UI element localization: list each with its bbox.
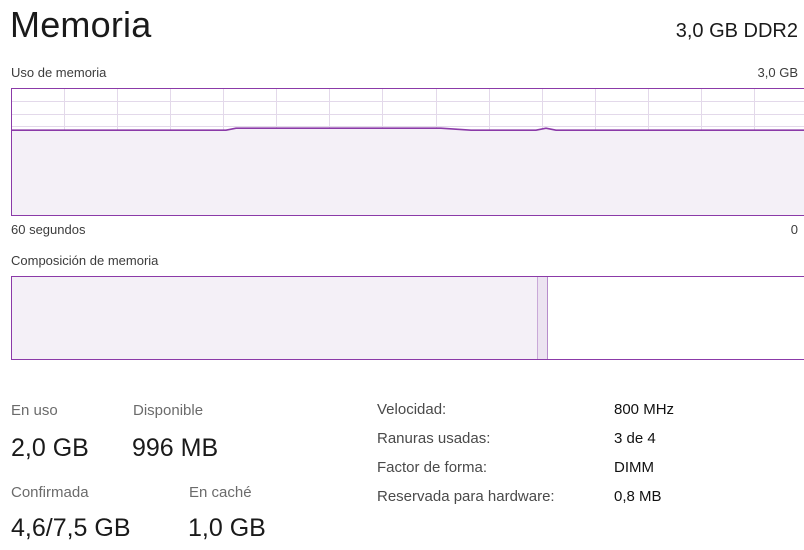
speed-value: 800 MHz: [614, 401, 675, 418]
available-value: 996 MB: [132, 434, 219, 462]
in-use-label: En uso: [11, 402, 58, 419]
in-use-value: 2,0 GB: [11, 434, 89, 462]
hardware-reserved-key: Reservada para hardware:: [377, 488, 555, 505]
usage-fill-area: [11, 128, 804, 216]
cached-label: En caché: [189, 484, 252, 501]
usage-graph-label: Uso de memoria: [11, 65, 107, 80]
memory-type: 3,0 GB DDR2: [675, 20, 798, 42]
time-span-label: 60 segundos: [11, 222, 86, 237]
slots-key: Ranuras usadas:: [377, 430, 491, 447]
committed-label: Confirmada: [11, 484, 89, 501]
zero-label: 0: [790, 222, 798, 237]
composition-label: Composición de memoria: [11, 253, 159, 268]
slots-value: 3 de 4: [614, 430, 656, 447]
cached-value: 1,0 GB: [188, 514, 266, 542]
page-title: Memoria: [10, 4, 152, 45]
form-factor-value: DIMM: [614, 459, 654, 476]
memory-usage-graph: [11, 88, 804, 216]
speed-key: Velocidad:: [377, 401, 447, 418]
hardware-reserved-value: 0,8 MB: [614, 488, 662, 505]
form-factor-key: Factor de forma:: [377, 459, 488, 476]
composition-modified: [538, 277, 548, 359]
committed-value: 4,6/7,5 GB: [11, 514, 131, 542]
usage-graph-max: 3,0 GB: [757, 65, 798, 80]
composition-in-use: [12, 277, 538, 359]
available-label: Disponible: [133, 402, 204, 419]
memory-composition-bar: [11, 276, 804, 360]
